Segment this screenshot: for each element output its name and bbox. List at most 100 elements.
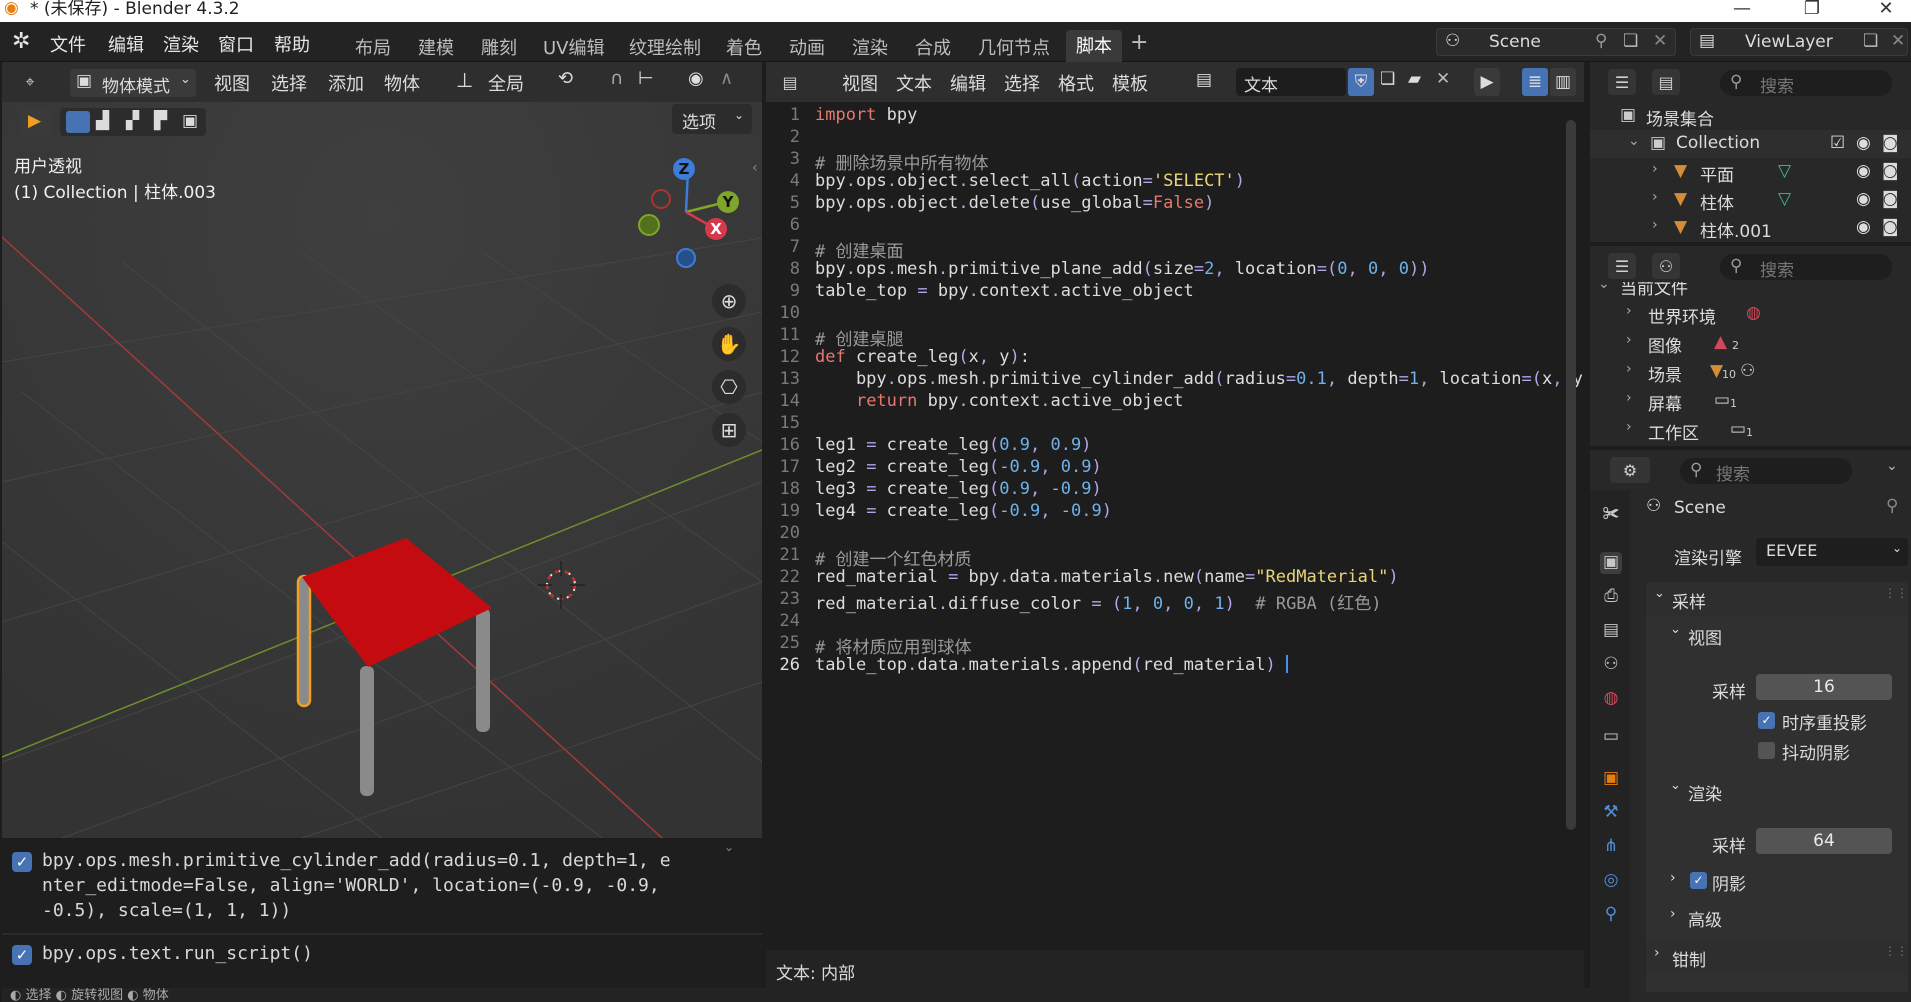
- text-menu-text[interactable]: 文本: [896, 70, 932, 96]
- outliner-search[interactable]: ⚲ 搜索: [1720, 70, 1892, 97]
- menu-help[interactable]: 帮助: [274, 31, 310, 57]
- viewlayer-selector[interactable]: ▤ ViewLayer ❏ ✕: [1690, 28, 1908, 56]
- outliner-row-object[interactable]: › ▼ 柱体.001 ◉ ◙: [1590, 214, 1911, 242]
- world-tab-icon[interactable]: ◍: [1600, 688, 1622, 710]
- viewport-menu-object[interactable]: 物体: [384, 70, 420, 96]
- eye-icon[interactable]: ◉: [1856, 189, 1871, 209]
- camera-icon[interactable]: ◙: [1882, 217, 1899, 237]
- pin-icon[interactable]: ⚲: [1595, 31, 1607, 51]
- code-line[interactable]: bpy.ops.mesh.primitive_cylinder_add(radi…: [815, 369, 1583, 389]
- blend-file-search[interactable]: ⚲ 搜索: [1720, 254, 1892, 281]
- selection-mode-buttons[interactable]: ▟ ▞ ▛ ▣: [60, 108, 206, 136]
- viewport-samples-field[interactable]: 16: [1756, 674, 1892, 700]
- add-workspace-icon[interactable]: +: [1130, 30, 1148, 55]
- chevron-right-icon[interactable]: ›: [1652, 217, 1658, 233]
- table-leg-right[interactable]: [476, 608, 490, 732]
- tab-animation[interactable]: 动画: [789, 34, 825, 60]
- code-line[interactable]: red_material = bpy.data.materials.new(na…: [815, 567, 1399, 587]
- fake-user-shield-icon[interactable]: ⛨: [1348, 68, 1374, 96]
- viewport-menu-select[interactable]: 选择: [271, 70, 307, 96]
- output-tab-icon[interactable]: ⎙: [1600, 586, 1622, 608]
- properties-search[interactable]: ⚲ 搜索: [1680, 458, 1852, 485]
- text-menu-templates[interactable]: 模板: [1112, 70, 1148, 96]
- editor-type-icon[interactable]: ▤: [776, 69, 804, 95]
- eye-icon[interactable]: ◉: [1856, 161, 1871, 181]
- tab-uv-editing[interactable]: UV编辑: [543, 34, 605, 60]
- scene-tab-icon[interactable]: ⚇: [1600, 654, 1622, 676]
- eye-icon[interactable]: ◉: [1856, 133, 1871, 153]
- outliner-row-object[interactable]: › ▼ 平面 ▽ ◉ ◙: [1590, 158, 1911, 186]
- sidebar-toggle-icon[interactable]: ‹: [752, 160, 758, 176]
- camera-view-icon[interactable]: ⎔: [712, 370, 746, 404]
- display-mode-icon[interactable]: ⚇: [1652, 253, 1680, 279]
- tab-scripting[interactable]: 脚本: [1066, 30, 1122, 62]
- menu-window[interactable]: 窗口: [218, 31, 254, 57]
- code-line[interactable]: bpy.ops.object.delete(use_global=False): [815, 193, 1214, 213]
- viewport-subpanel-header[interactable]: ⌄ 视图: [1654, 618, 1908, 652]
- pivot-icon[interactable]: ⟲: [558, 68, 573, 89]
- code-area[interactable]: 1 import bpy 2 3 # 删除场景中所有物体 4 bpy.ops.object.…: [766, 102, 1584, 950]
- chevron-right-icon[interactable]: ›: [1652, 161, 1658, 177]
- outliner-row-object[interactable]: › ▼ 柱体 ▽ ◉ ◙: [1590, 186, 1911, 214]
- scrollbar[interactable]: [1566, 120, 1576, 830]
- blend-file-item[interactable]: › 世界环境 ◍: [1590, 300, 1911, 328]
- gizmo-z[interactable]: Z: [673, 158, 695, 180]
- chevron-right-icon[interactable]: ›: [1626, 332, 1632, 348]
- chevron-down-icon[interactable]: ⌄: [1598, 282, 1610, 292]
- pin-icon[interactable]: ⚲: [1886, 496, 1898, 516]
- snap-target-icon[interactable]: ⊢: [638, 68, 654, 89]
- select-tool-button[interactable]: ▶: [20, 108, 52, 136]
- text-menu-format[interactable]: 格式: [1058, 70, 1094, 96]
- drag-handle-icon[interactable]: ⋮⋮: [1884, 944, 1908, 958]
- mode-intersect-icon[interactable]: ▣: [182, 111, 198, 131]
- menu-edit[interactable]: 编辑: [108, 31, 144, 57]
- tab-compositing[interactable]: 合成: [915, 34, 951, 60]
- mode-subtract-icon[interactable]: ▞: [126, 111, 139, 131]
- viewport-menu-add[interactable]: 添加: [328, 70, 364, 96]
- chevron-down-icon[interactable]: ⌄: [1886, 458, 1898, 474]
- gizmo-neg-x[interactable]: [651, 189, 671, 209]
- text-editor[interactable]: ▤ 视图 文本 编辑 选择 格式 模板 ▤ 文本 ⛨ ❏ ▰ ✕ ▶ ≣ ▥ 1…: [766, 62, 1584, 988]
- gizmo-neg-z[interactable]: [676, 248, 696, 268]
- code-line[interactable]: table_top.data.materials.append(red_mate…: [815, 655, 1288, 675]
- zoom-icon[interactable]: ⊕: [712, 284, 746, 318]
- info-console[interactable]: ✓ bpy.ops.mesh.primitive_cylinder_add(ra…: [2, 840, 762, 988]
- gizmo-x[interactable]: X: [705, 218, 727, 240]
- pan-hand-icon[interactable]: ✋: [712, 327, 746, 361]
- scene-selector[interactable]: ⚇ Scene ⚲ ❏ ✕: [1436, 28, 1676, 56]
- advanced-subpanel-header[interactable]: › 高级: [1654, 902, 1908, 932]
- tab-modeling[interactable]: 建模: [418, 34, 454, 60]
- text-name-field[interactable]: 文本: [1236, 68, 1346, 96]
- display-mode-icon[interactable]: ▤: [1652, 69, 1680, 95]
- unlink-icon[interactable]: ✕: [1436, 69, 1450, 89]
- viewport-menu-view[interactable]: 视图: [214, 70, 250, 96]
- tab-shading[interactable]: 着色: [726, 34, 762, 60]
- camera-icon[interactable]: ◙: [1882, 133, 1899, 153]
- new-scene-icon[interactable]: ❏: [1623, 31, 1638, 51]
- collection-tab-icon[interactable]: ▭: [1600, 726, 1622, 748]
- 3d-viewport[interactable]: ⌖ ▣ 物体模式 ⌄ 视图 选择 添加 物体 ⊥ 全局 ⟲ ∩ ⊢ ◉ ∧ ▶ …: [2, 62, 762, 838]
- temporal-checkbox[interactable]: ✓: [1758, 712, 1775, 729]
- proportional-edit-icon[interactable]: ◉: [688, 68, 704, 89]
- run-script-icon[interactable]: ▶: [1474, 68, 1500, 96]
- shadows-subpanel-header[interactable]: › ✓ 阴影: [1654, 866, 1908, 896]
- code-line[interactable]: def create_leg(x, y):: [815, 347, 1030, 367]
- sampling-panel-header[interactable]: ⌄ 采样 ⋮⋮: [1646, 582, 1908, 616]
- mode-invert-icon[interactable]: ▛: [154, 111, 167, 131]
- close-icon[interactable]: ✕: [1866, 0, 1906, 19]
- tab-geometry-nodes[interactable]: 几何节点: [978, 34, 1050, 60]
- camera-icon[interactable]: ◙: [1882, 161, 1899, 181]
- text-menu-select[interactable]: 选择: [1004, 70, 1040, 96]
- open-folder-icon[interactable]: ▰: [1408, 69, 1421, 89]
- code-line[interactable]: leg3 = create_leg(0.9, -0.9): [815, 479, 1102, 499]
- code-line[interactable]: leg1 = create_leg(0.9, 0.9): [815, 435, 1091, 455]
- minimize-icon[interactable]: —: [1722, 0, 1762, 19]
- info-line[interactable]: nter_editmode=False, align='WORLD', loca…: [42, 873, 660, 898]
- shadows-checkbox[interactable]: ✓: [1690, 872, 1707, 889]
- particles-tab-icon[interactable]: ⋔: [1600, 836, 1622, 858]
- table-leg-front[interactable]: [360, 666, 374, 796]
- word-wrap-icon[interactable]: ▥: [1550, 68, 1576, 96]
- render-subpanel-header[interactable]: ⌄ 渲染: [1654, 774, 1908, 808]
- render-samples-field[interactable]: 64: [1756, 828, 1892, 854]
- editor-type-icon[interactable]: ☰: [1608, 69, 1636, 95]
